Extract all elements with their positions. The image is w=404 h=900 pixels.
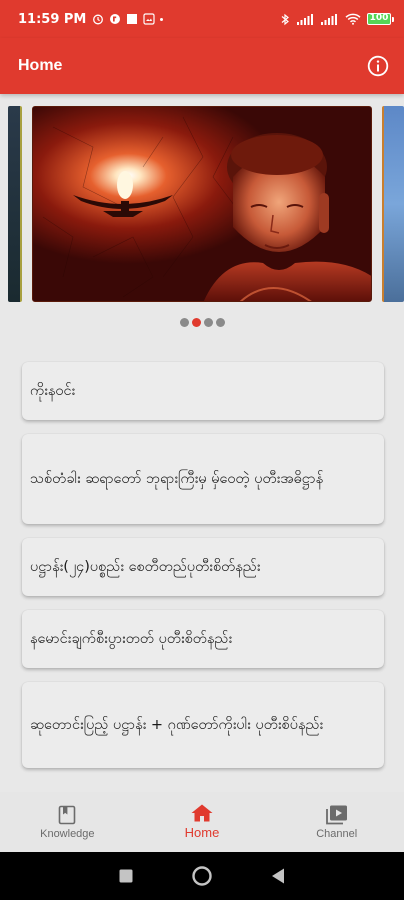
list-item-label: ဆုတောင်းပြည့် ပဋ္ဌာန်း + ဂုဏ်တော်ကိုးပါး… <box>30 717 324 733</box>
nav-label: Channel <box>316 827 358 840</box>
back-button[interactable] <box>270 867 286 885</box>
list-item-label: နမောင်းချက်စီးပွားတတ် ပုတီးစိတ်နည်း <box>30 631 233 647</box>
system-navigation-bar <box>0 852 404 900</box>
list-item[interactable]: ဆုတောင်းပြည့် ပဋ္ဌာန်း + ဂုဏ်တော်ကိုးပါး… <box>22 682 384 768</box>
recents-button[interactable] <box>118 868 134 884</box>
info-button[interactable] <box>366 54 390 78</box>
carousel-next-slide[interactable] <box>382 106 404 302</box>
app-bar: Home <box>0 38 404 94</box>
status-bar: 11:59 PM 100 <box>0 0 404 38</box>
home-circle-icon <box>192 866 212 886</box>
battery-icon: 100 <box>367 13 394 25</box>
image-carousel[interactable] <box>0 106 404 304</box>
nav-channel[interactable]: Channel <box>269 792 404 852</box>
carousel-page-indicator <box>0 318 404 327</box>
list-item-label: ကိုးနဝင်း <box>30 383 76 399</box>
content-list: ကိုးနဝင်း သစ်တံခါး ဆရာတော် ဘုရားကြီးမှ မ… <box>22 362 384 782</box>
info-icon <box>367 55 389 77</box>
book-icon <box>59 805 76 824</box>
video-library-icon <box>325 805 347 824</box>
back-triangle-icon <box>271 868 284 884</box>
home-icon <box>191 804 213 822</box>
carousel-dot-4[interactable] <box>215 318 225 327</box>
nav-knowledge[interactable]: Knowledge <box>0 792 135 852</box>
wifi-icon <box>345 13 361 25</box>
gallery-notification-icon <box>143 13 155 25</box>
signal-icon-2 <box>321 13 337 25</box>
home-system-button[interactable] <box>191 865 213 887</box>
buddha-image <box>33 107 371 301</box>
carousel-prev-slide[interactable] <box>8 106 22 302</box>
recents-icon <box>119 869 133 883</box>
list-item[interactable]: ပဋ္ဌာန်း(၂၄)ပစ္စည်း စေတီတည်ပုတီးစိတ်နည်း <box>22 538 384 596</box>
carousel-dot-1[interactable] <box>179 318 189 327</box>
list-item-label: ပဋ္ဌာန်း(၂၄)ပစ္စည်း စေတီတည်ပုတီးစိတ်နည်း <box>30 559 261 575</box>
carousel-dot-2[interactable] <box>191 318 201 327</box>
alarm-icon <box>93 14 104 25</box>
list-item[interactable]: ကိုးနဝင်း <box>22 362 384 420</box>
nav-home[interactable]: Home <box>135 792 270 852</box>
list-item[interactable]: နမောင်းချက်စီးပွားတတ် ပုတီးစိတ်နည်း <box>22 610 384 668</box>
notification-icons <box>92 13 164 25</box>
more-dot-icon <box>160 17 164 21</box>
bottom-navigation: Knowledge Home Channel <box>0 792 404 852</box>
nav-label: Knowledge <box>40 827 95 840</box>
nav-label: Home <box>184 825 220 840</box>
page-title: Home <box>18 57 63 74</box>
bluetooth-icon <box>281 13 289 25</box>
list-item[interactable]: သစ်တံခါး ဆရာတော် ဘုရားကြီးမှ မှ်ဝေတဲ့ ပု… <box>22 434 384 524</box>
carousel-active-slide[interactable] <box>32 106 372 302</box>
app-notification-icon <box>110 14 121 24</box>
status-time: 11:59 PM <box>18 11 87 27</box>
list-item-label: သစ်တံခါး ဆရာတော် ဘုရားကြီးမှ မှ်ဝေတဲ့ ပု… <box>30 471 324 487</box>
signal-icon <box>297 13 313 25</box>
carousel-dot-3[interactable] <box>203 318 213 327</box>
square-notification-icon <box>127 14 138 24</box>
